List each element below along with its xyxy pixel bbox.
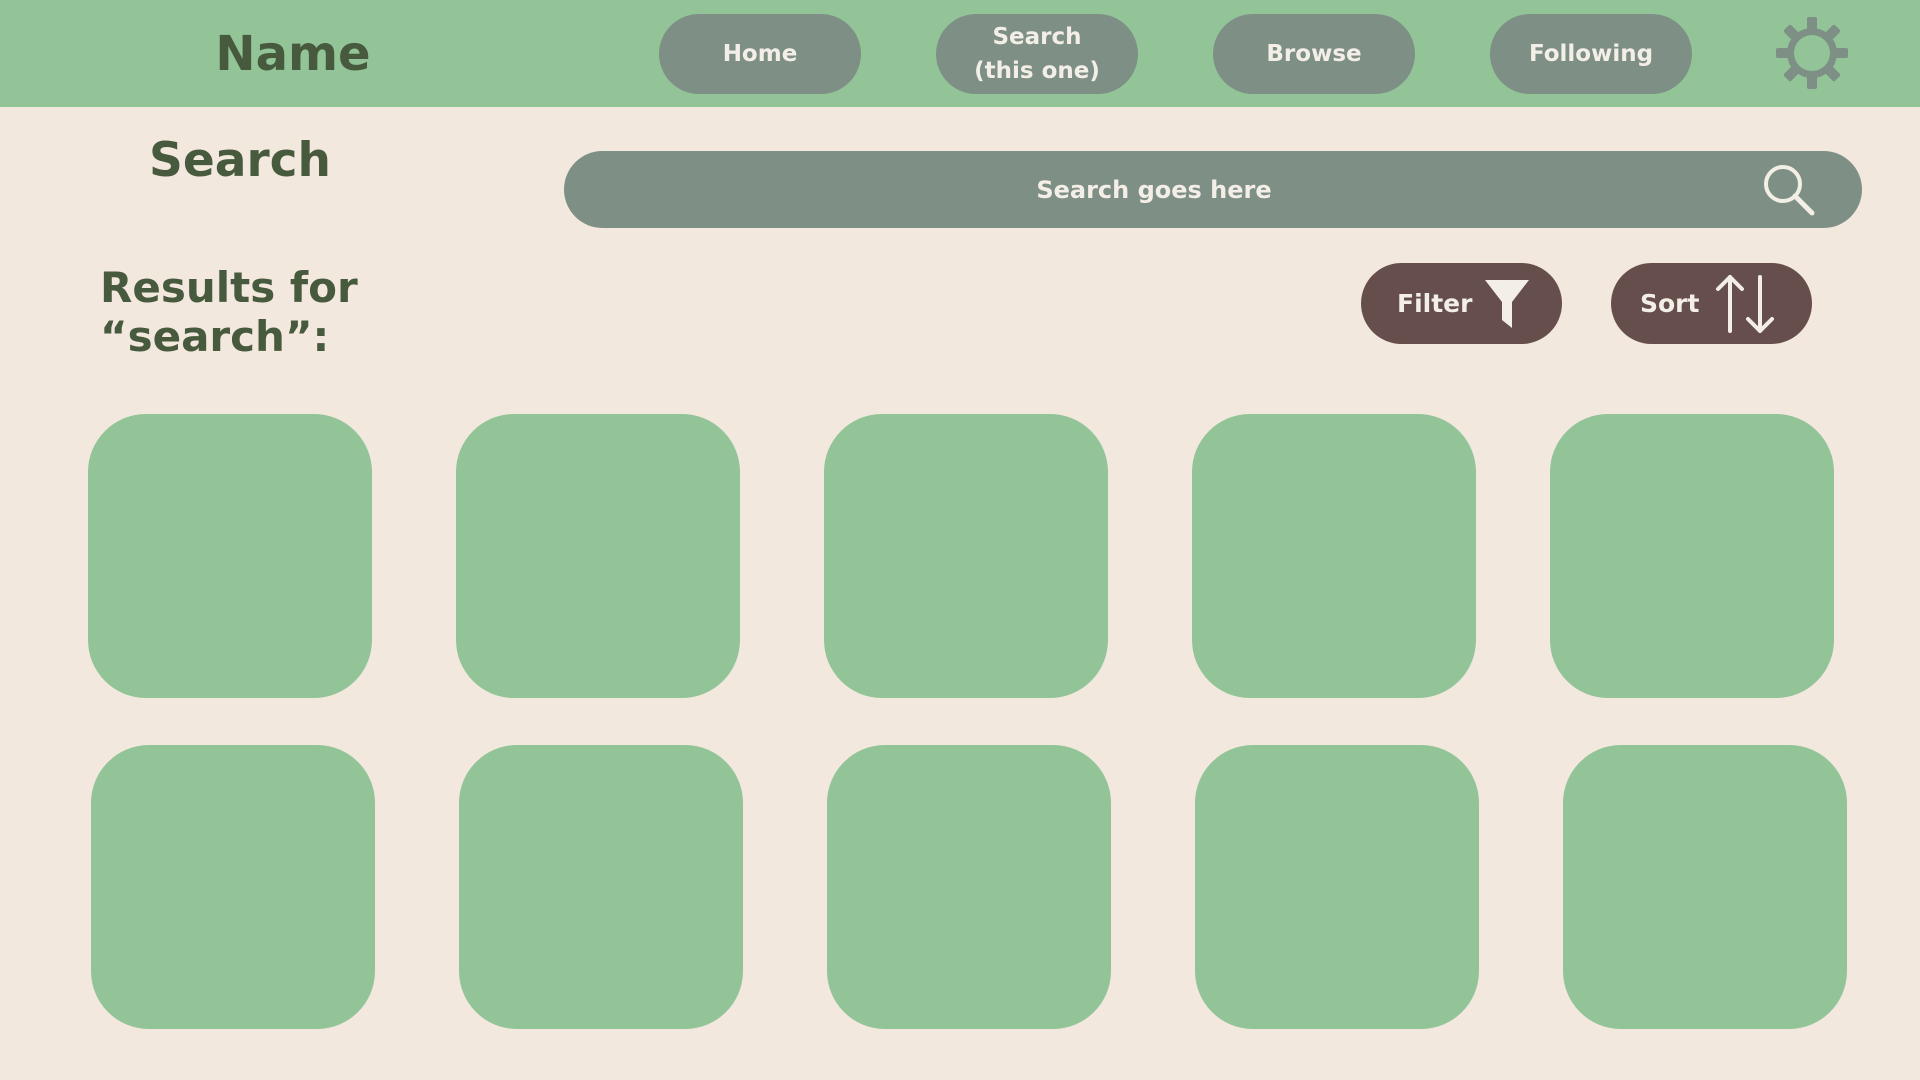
nav-search-button[interactable]: Search (this one) (936, 14, 1138, 94)
search-input[interactable]: Search goes here (564, 151, 1862, 228)
result-tile[interactable] (824, 414, 1108, 698)
filter-button[interactable]: Filter (1361, 263, 1562, 344)
nav-home-label: Home (722, 41, 798, 67)
nav-following-label: Following (1528, 41, 1654, 67)
result-tile[interactable] (456, 414, 740, 698)
nav-search-label: Search (this one) (974, 24, 1100, 84)
nav-browse-button[interactable]: Browse (1213, 14, 1415, 94)
result-tile[interactable] (1550, 414, 1834, 698)
results-heading: Results for “search”: (100, 263, 358, 361)
page-title: Search (149, 132, 331, 188)
sort-arrows-icon (1710, 271, 1780, 341)
gear-icon[interactable] (1775, 16, 1849, 90)
funnel-icon (1483, 278, 1531, 334)
result-tile[interactable] (1192, 414, 1476, 698)
nav-home-button[interactable]: Home (659, 14, 861, 94)
result-tile[interactable] (88, 414, 372, 698)
sort-label: Sort (1640, 289, 1700, 318)
nav-following-button[interactable]: Following (1490, 14, 1692, 94)
search-icon[interactable] (1760, 161, 1818, 219)
nav-browse-label: Browse (1266, 41, 1362, 67)
app-name: Name (215, 26, 371, 82)
result-tile[interactable] (1563, 745, 1847, 1029)
result-tile[interactable] (1195, 745, 1479, 1029)
filter-label: Filter (1397, 289, 1473, 318)
search-placeholder: Search goes here (1036, 175, 1272, 204)
top-navigation-bar: Name Home Search (this one) Browse Follo… (0, 0, 1920, 107)
result-tile[interactable] (827, 745, 1111, 1029)
result-tile[interactable] (91, 745, 375, 1029)
sort-button[interactable]: Sort (1611, 263, 1812, 344)
result-tile[interactable] (459, 745, 743, 1029)
